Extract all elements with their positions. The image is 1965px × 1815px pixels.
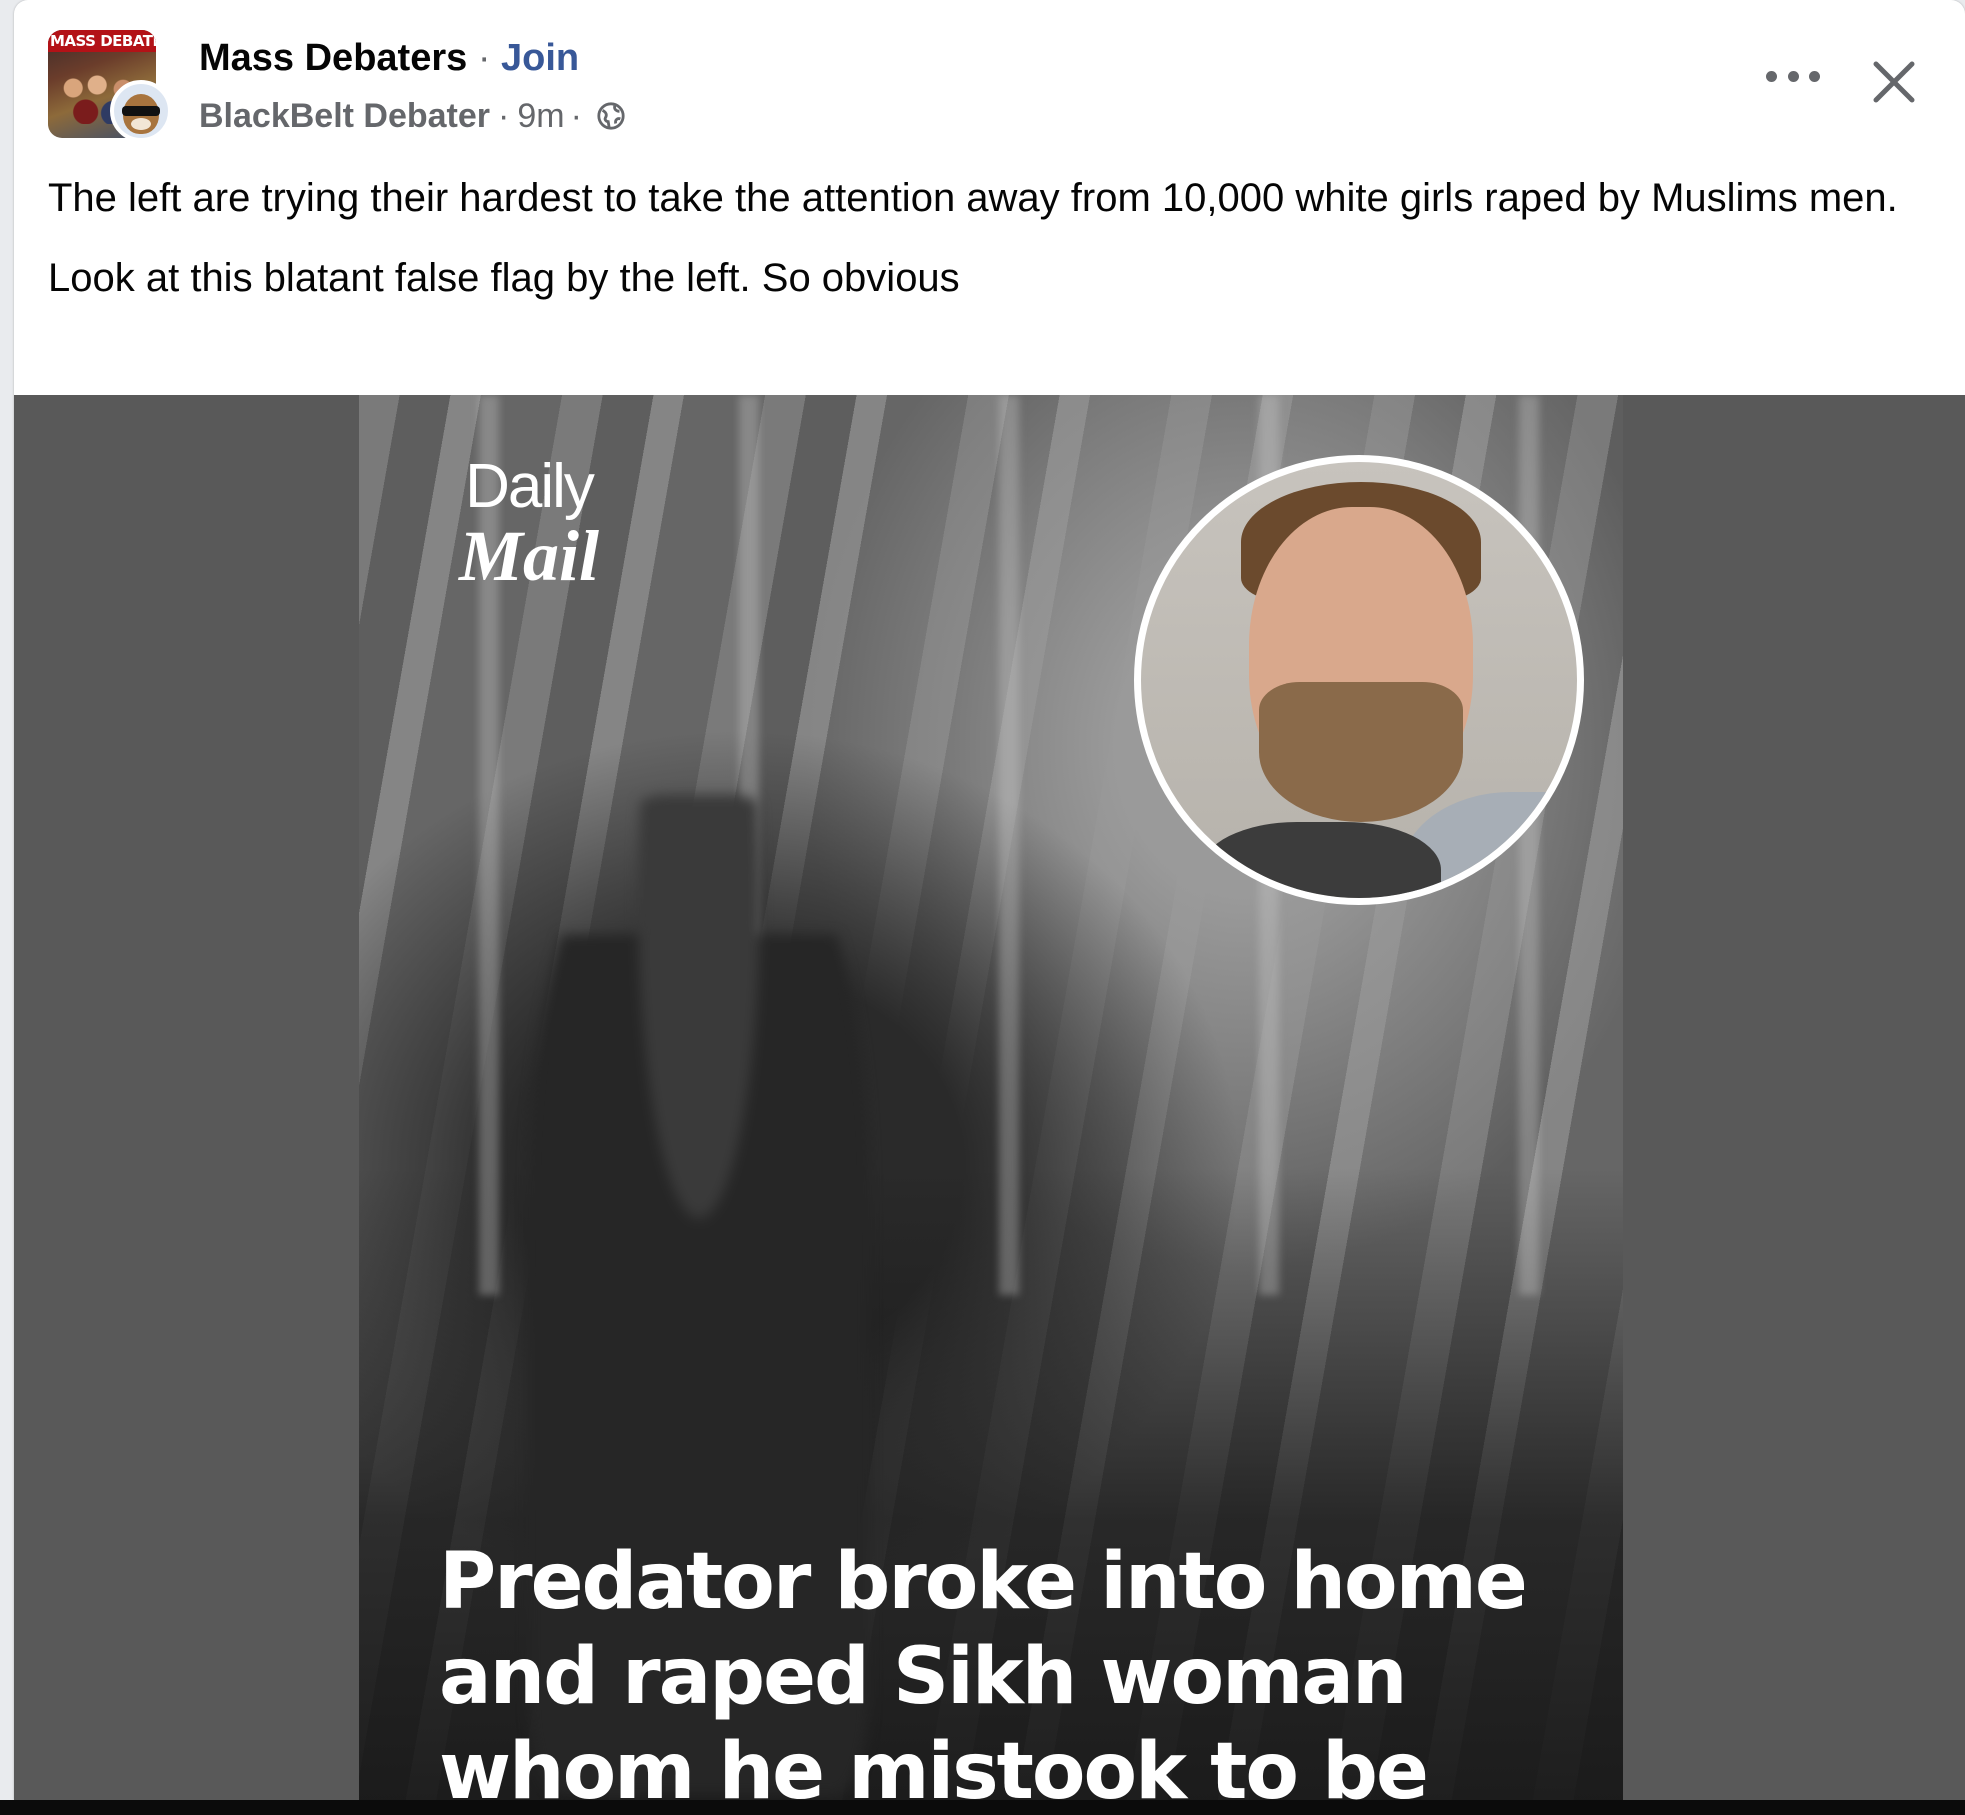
close-icon[interactable] [1870, 58, 1918, 106]
headline-line: Predator broke into home [439, 1537, 1528, 1627]
post-body: The left are trying their hardest to tak… [48, 170, 1908, 330]
separator-dot: · [570, 97, 582, 135]
separator-dot: · [498, 97, 510, 135]
join-button[interactable]: Join [501, 37, 579, 79]
window-bottom-edge [0, 1800, 1965, 1815]
separator-dot: · [477, 37, 491, 79]
inset-mugshot [1134, 455, 1584, 905]
mugshot-beard [1259, 682, 1463, 822]
post-card: MASS DEBATERS Mass Debaters · Join Black… [14, 0, 1965, 1800]
logo-line-mail: Mail [458, 516, 600, 596]
headline-line: and raped Sikh woman [439, 1632, 1408, 1722]
group-line: Mass Debaters · Join [199, 34, 579, 82]
post-paragraph: Look at this blatant false flag by the l… [48, 256, 960, 300]
post-paragraph: The left are trying their hardest to tak… [48, 176, 1898, 220]
timestamp-link[interactable]: 9m [517, 94, 564, 138]
video-headline: Predator broke into home and raped Sikh … [439, 1535, 1589, 1800]
daily-mail-logo: Daily Mail [439, 452, 619, 596]
author-avatar-sunglasses [122, 106, 160, 116]
more-options-icon[interactable] [1766, 66, 1820, 86]
mugshot-shirt [1201, 822, 1441, 898]
logo-line-daily: Daily [465, 452, 595, 521]
dot [1809, 70, 1820, 82]
post-meta: BlackBelt Debater · 9m · [199, 94, 626, 138]
group-avatar-banner: MASS DEBATERS [48, 30, 156, 52]
author-avatar-muzzle [131, 118, 151, 130]
group-name-link[interactable]: Mass Debaters [199, 37, 467, 79]
dot [1787, 70, 1799, 82]
headline-line: whom he mistook to be [439, 1727, 1429, 1800]
dot [1766, 70, 1777, 82]
author-name-link[interactable]: BlackBelt Debater [199, 94, 490, 138]
globe-icon[interactable] [596, 101, 626, 131]
author-avatar[interactable] [110, 80, 172, 142]
